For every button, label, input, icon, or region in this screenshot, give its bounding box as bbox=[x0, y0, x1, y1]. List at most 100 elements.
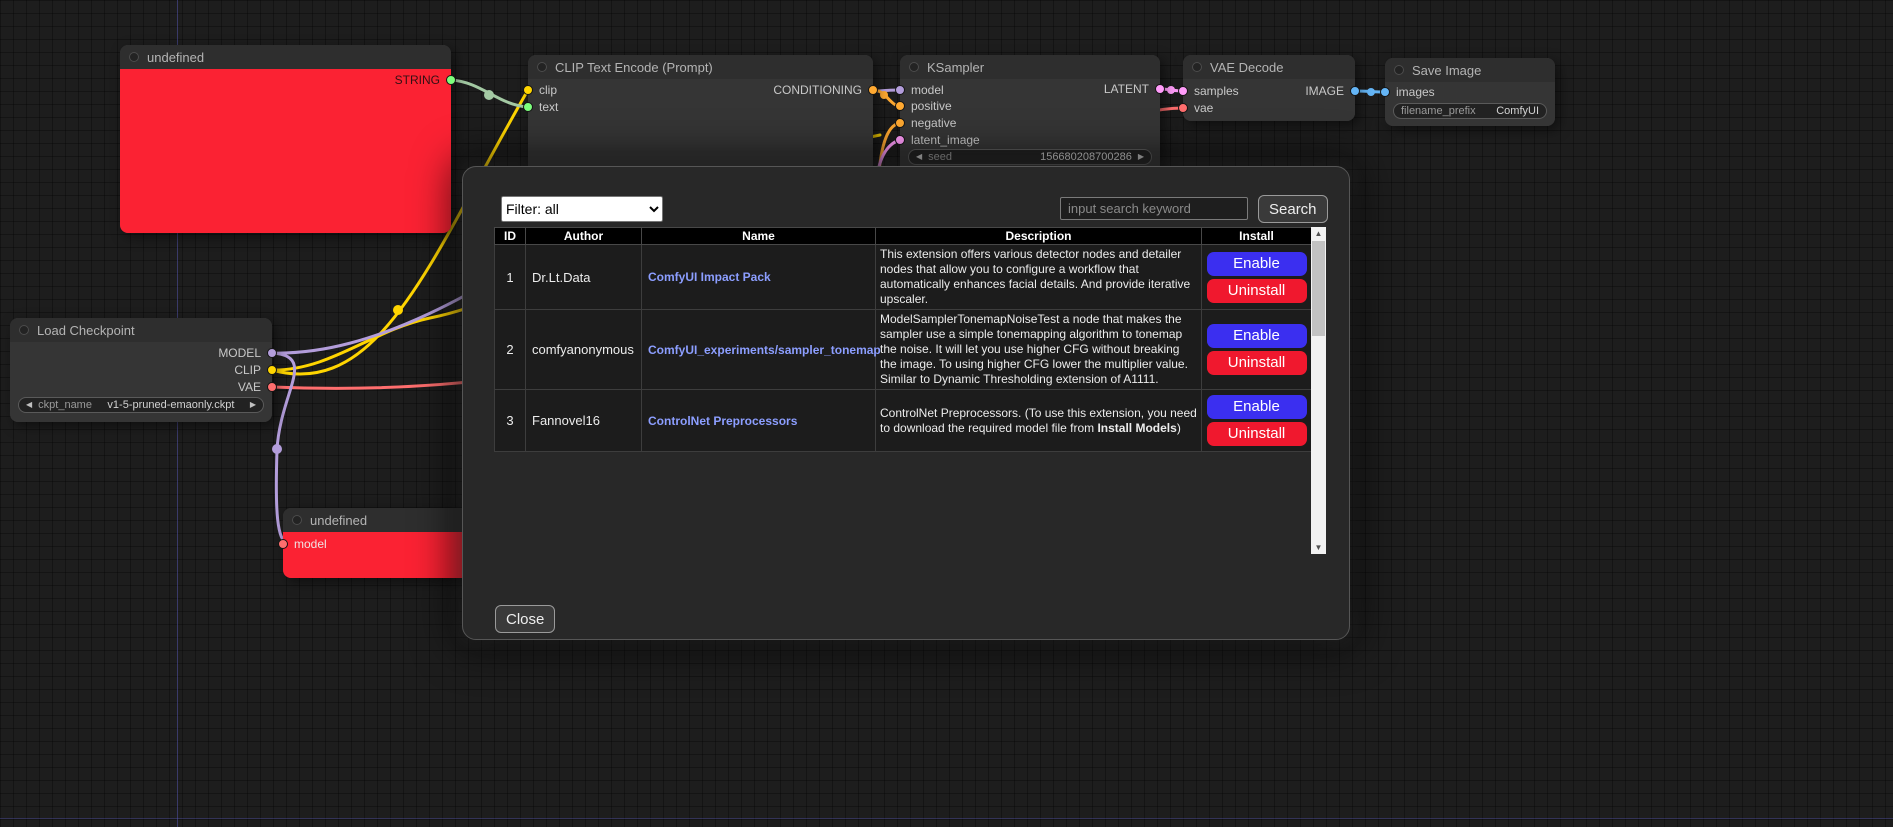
output-slot-latent[interactable]: LATENT bbox=[1104, 81, 1165, 97]
node-status-dot-icon bbox=[1192, 62, 1202, 72]
input-slot-images[interactable]: images bbox=[1380, 84, 1435, 100]
input-slot-vae[interactable]: vae bbox=[1178, 100, 1213, 116]
extension-link[interactable]: ComfyUI_experiments/sampler_tonemap bbox=[648, 343, 881, 357]
cell-description: ControlNet Preprocessors. (To use this e… bbox=[876, 390, 1202, 452]
description-text: ) bbox=[1177, 421, 1181, 435]
table-header-row: ID Author Name Description Install bbox=[495, 228, 1312, 245]
input-slot-latent-image[interactable]: latent_image bbox=[895, 132, 980, 148]
node-titlebar[interactable]: VAE Decode bbox=[1183, 55, 1355, 79]
input-dot-model[interactable] bbox=[895, 85, 905, 95]
uninstall-button[interactable]: Uninstall bbox=[1207, 351, 1307, 375]
output-slot-conditioning[interactable]: CONDITIONING bbox=[773, 82, 878, 98]
node-titlebar[interactable]: Load Checkpoint bbox=[10, 318, 272, 342]
node-body-error bbox=[120, 69, 451, 233]
close-button[interactable]: Close bbox=[495, 605, 555, 633]
input-dot-latent-image[interactable] bbox=[895, 135, 905, 145]
scrollbar-thumb[interactable] bbox=[1312, 241, 1325, 336]
node-canvas[interactable]: undefined STRING CLIP Text Encode (Promp… bbox=[0, 0, 1893, 827]
extension-table: ID Author Name Description Install 1 Dr.… bbox=[494, 227, 1312, 452]
node-save-image[interactable]: Save Image images filename_prefix ComfyU… bbox=[1385, 58, 1555, 126]
node-status-dot-icon bbox=[537, 62, 547, 72]
extension-link[interactable]: ControlNet Preprocessors bbox=[648, 414, 797, 428]
input-dot-text[interactable] bbox=[523, 102, 533, 112]
input-slot-negative[interactable]: negative bbox=[895, 115, 956, 131]
description-text: This extension offers various detector n… bbox=[880, 247, 1190, 306]
input-slot-text[interactable]: text bbox=[523, 99, 558, 115]
search-button[interactable]: Search bbox=[1258, 195, 1328, 223]
wire-midpoint-dot bbox=[393, 305, 403, 315]
input-slot-clip[interactable]: clip bbox=[523, 82, 557, 98]
output-dot-vae[interactable] bbox=[267, 382, 277, 392]
output-slot-image[interactable]: IMAGE bbox=[1305, 83, 1360, 99]
node-status-dot-icon bbox=[292, 515, 302, 525]
slot-label: positive bbox=[911, 99, 952, 113]
widget-arrow-left-icon[interactable]: ◀ bbox=[916, 153, 922, 161]
input-dot-positive[interactable] bbox=[895, 101, 905, 111]
input-dot-negative[interactable] bbox=[895, 118, 905, 128]
input-dot-samples[interactable] bbox=[1178, 86, 1188, 96]
wire-midpoint-dot bbox=[880, 91, 888, 99]
filter-select[interactable]: Filter: all bbox=[501, 196, 663, 222]
node-title: CLIP Text Encode (Prompt) bbox=[555, 60, 713, 75]
node-undefined-top[interactable]: undefined STRING bbox=[120, 45, 451, 233]
search-input[interactable] bbox=[1060, 197, 1248, 220]
enable-button[interactable]: Enable bbox=[1207, 395, 1307, 419]
wire-string-to-text bbox=[451, 80, 528, 107]
input-dot-images[interactable] bbox=[1380, 87, 1390, 97]
input-slot-model[interactable]: model bbox=[278, 536, 327, 552]
table-row: 2 comfyanonymous ComfyUI_experiments/sam… bbox=[495, 310, 1312, 390]
scroll-down-icon[interactable]: ▼ bbox=[1311, 541, 1326, 554]
output-slot-string[interactable]: STRING bbox=[395, 72, 456, 88]
wire-midpoint-dot bbox=[1367, 88, 1375, 96]
input-dot-vae[interactable] bbox=[1178, 103, 1188, 113]
node-title: Save Image bbox=[1412, 63, 1481, 78]
node-status-dot-icon bbox=[909, 62, 919, 72]
enable-button[interactable]: Enable bbox=[1207, 252, 1307, 276]
column-header-id: ID bbox=[495, 228, 526, 245]
output-dot-string[interactable] bbox=[446, 75, 456, 85]
node-titlebar[interactable]: CLIP Text Encode (Prompt) bbox=[528, 55, 873, 79]
output-slot-vae[interactable]: VAE bbox=[238, 379, 277, 395]
widget-arrow-left-icon[interactable]: ◀ bbox=[26, 401, 32, 409]
slot-label: images bbox=[1396, 85, 1435, 99]
output-dot-conditioning[interactable] bbox=[868, 85, 878, 95]
node-vae-decode[interactable]: VAE Decode samples vae IMAGE bbox=[1183, 55, 1355, 121]
scroll-up-icon[interactable]: ▲ bbox=[1311, 227, 1326, 240]
slot-label: IMAGE bbox=[1305, 84, 1344, 98]
extension-link[interactable]: ComfyUI Impact Pack bbox=[648, 270, 771, 284]
uninstall-button[interactable]: Uninstall bbox=[1207, 279, 1307, 303]
slot-label: MODEL bbox=[218, 346, 261, 360]
slot-label: model bbox=[294, 537, 327, 551]
widget-arrow-right-icon[interactable]: ▶ bbox=[1138, 153, 1144, 161]
output-dot-latent[interactable] bbox=[1155, 84, 1165, 94]
ckpt-name-widget[interactable]: ◀ ckpt_name v1-5-pruned-emaonly.ckpt ▶ bbox=[18, 397, 264, 413]
input-slot-samples[interactable]: samples bbox=[1178, 83, 1239, 99]
input-dot-clip[interactable] bbox=[523, 85, 533, 95]
output-dot-model[interactable] bbox=[267, 348, 277, 358]
output-slot-model[interactable]: MODEL bbox=[218, 345, 277, 361]
widget-arrow-right-icon[interactable]: ▶ bbox=[250, 401, 256, 409]
slot-label: negative bbox=[911, 116, 956, 130]
output-dot-clip[interactable] bbox=[267, 365, 277, 375]
uninstall-button[interactable]: Uninstall bbox=[1207, 422, 1307, 446]
enable-button[interactable]: Enable bbox=[1207, 324, 1307, 348]
output-slot-clip[interactable]: CLIP bbox=[234, 362, 277, 378]
cell-author: Dr.Lt.Data bbox=[526, 245, 642, 310]
node-load-checkpoint[interactable]: Load Checkpoint MODEL CLIP VAE ◀ ckpt_na… bbox=[10, 318, 272, 422]
cell-description: This extension offers various detector n… bbox=[876, 245, 1202, 310]
node-titlebar[interactable]: KSampler bbox=[900, 55, 1160, 79]
input-dot-model[interactable] bbox=[278, 539, 288, 549]
description-bold-text: Install Models bbox=[1097, 421, 1176, 435]
output-dot-image[interactable] bbox=[1350, 86, 1360, 96]
filename-prefix-widget[interactable]: filename_prefix ComfyUI bbox=[1393, 103, 1547, 119]
node-titlebar[interactable]: undefined bbox=[120, 45, 451, 69]
input-slot-model[interactable]: model bbox=[895, 82, 944, 98]
cell-install: Enable Uninstall bbox=[1202, 390, 1312, 452]
table-scrollbar[interactable]: ▲ ▼ bbox=[1311, 227, 1326, 554]
node-titlebar[interactable]: Save Image bbox=[1385, 58, 1555, 82]
seed-widget[interactable]: ◀ seed 156680208700286 ▶ bbox=[908, 149, 1152, 165]
column-header-install: Install bbox=[1202, 228, 1312, 245]
wire-midpoint-dot bbox=[484, 90, 494, 100]
input-slot-positive[interactable]: positive bbox=[895, 98, 952, 114]
cell-description: ModelSamplerTonemapNoiseTest a node that… bbox=[876, 310, 1202, 390]
